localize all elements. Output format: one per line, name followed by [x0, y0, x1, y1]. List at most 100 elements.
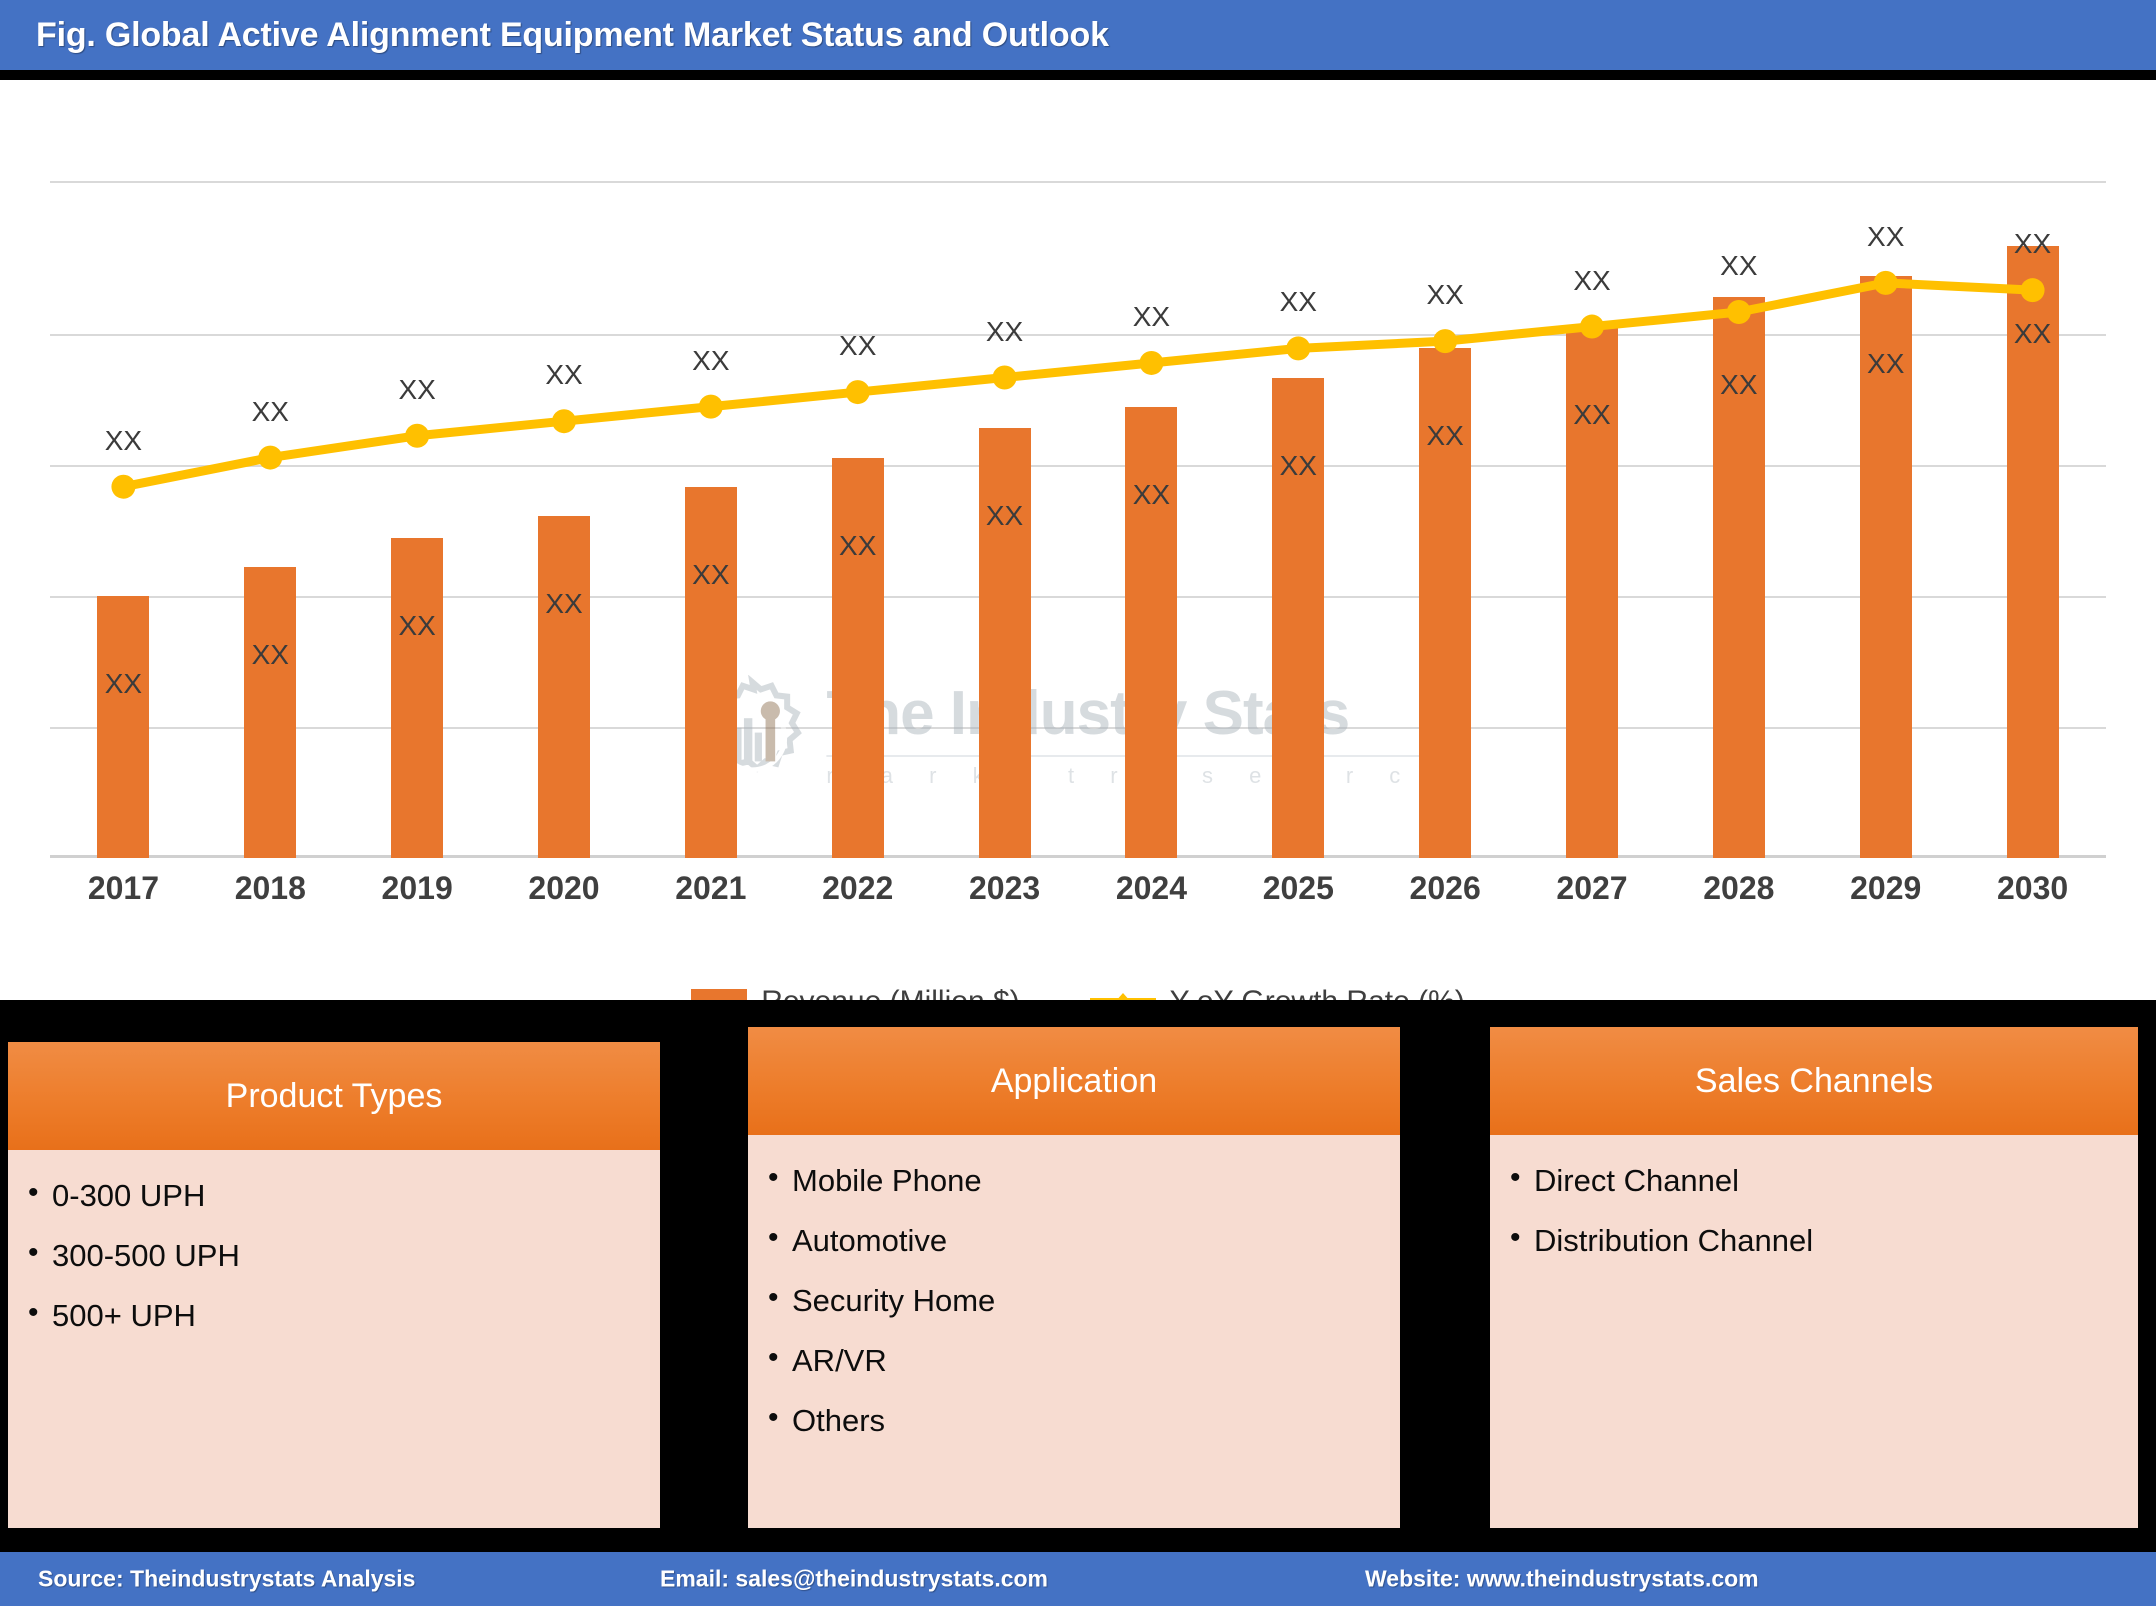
legend-label-revenue: Revenue (Million $) — [761, 985, 1019, 1000]
footer-bar: Source: Theindustrystats Analysis Email:… — [0, 1549, 2156, 1606]
chart-gridline — [50, 855, 2106, 858]
x-tick-2029: 2029 — [1850, 870, 1922, 906]
list-item: Others — [766, 1401, 1400, 1439]
chart-legend: Revenue (Million $) Y-oY Growth Rate (%) — [0, 985, 2156, 1000]
list-item: 300-500 UPH — [26, 1236, 660, 1274]
category-box-header: Product Types — [8, 1042, 660, 1150]
bar-value-label: XX — [1132, 478, 1171, 510]
bar-2020[interactable] — [538, 515, 590, 858]
category-box-body: 0-300 UPH 300-500 UPH 500+ UPH — [8, 1150, 660, 1528]
bar-value-label: XX — [1867, 347, 1905, 379]
footer-email[interactable]: Email: sales@theindustrystats.com — [660, 1566, 1048, 1593]
category-box-title: Product Types — [225, 1076, 443, 1115]
bar-value-label: XX — [104, 667, 143, 699]
list-item: Distribution Channel — [1508, 1221, 2138, 1259]
list-item: Security Home — [766, 1281, 1400, 1319]
growth-value-label: XX — [985, 315, 1024, 347]
footer-website[interactable]: Website: www.theindustrystats.com — [1365, 1566, 1759, 1593]
bar-value-label: XX — [398, 609, 436, 641]
bar-value-label: XX — [1279, 449, 1317, 481]
line-marker-2022[interactable] — [845, 380, 870, 405]
list-item: Direct Channel — [1508, 1161, 2138, 1199]
bar-2021[interactable] — [684, 486, 737, 858]
line-marker-2024[interactable] — [1139, 350, 1164, 375]
legend-item-growth[interactable]: Y-oY Growth Rate (%) — [1089, 985, 1465, 1000]
list-item: AR/VR — [766, 1341, 1400, 1379]
x-tick-2022: 2022 — [822, 870, 894, 906]
growth-value-label: XX — [839, 330, 877, 362]
growth-value-label: XX — [1867, 220, 1905, 252]
bar-2023[interactable] — [978, 428, 1031, 858]
category-boxes: Product Types 0-300 UPH 300-500 UPH 500+… — [0, 1000, 2156, 1545]
growth-value-label: XX — [692, 344, 730, 376]
bar-value-label: XX — [985, 500, 1024, 532]
growth-value-label: XX — [1279, 286, 1317, 318]
category-box-body: Direct Channel Distribution Channel — [1490, 1135, 2138, 1528]
growth-value-label: XX — [1426, 279, 1464, 311]
bar-value-label: XX — [1720, 369, 1758, 401]
category-list: Direct Channel Distribution Channel — [1508, 1161, 2138, 1259]
category-box-title: Sales Channels — [1694, 1061, 1934, 1100]
category-box-title: Application — [990, 1061, 1158, 1100]
growth-rate-line — [111, 270, 2045, 499]
legend-bar-swatch-icon — [691, 989, 748, 1000]
chart-gridline — [50, 726, 2106, 729]
bar-2018[interactable] — [244, 566, 297, 858]
chart-plot-area: The Industry Statsm a r k e t r e s e a … — [50, 130, 2106, 858]
category-list: 0-300 UPH 300-500 UPH 500+ UPH — [26, 1176, 660, 1334]
line-marker-2019[interactable] — [405, 423, 430, 448]
x-tick-2030: 2030 — [1996, 870, 2069, 906]
growth-value-label: XX — [2013, 228, 2052, 260]
line-marker-2021[interactable] — [698, 394, 723, 419]
x-tick-2020: 2020 — [528, 870, 600, 906]
x-tick-2018: 2018 — [234, 870, 306, 906]
x-tick-2024: 2024 — [1115, 870, 1188, 906]
bar-value-label: XX — [692, 558, 730, 590]
bar-2019[interactable] — [391, 537, 444, 858]
growth-value-label: XX — [398, 373, 436, 405]
title-bar: Fig. Global Active Alignment Equipment M… — [0, 0, 2156, 70]
growth-value-label: XX — [1720, 250, 1758, 281]
growth-value-label: XX — [1132, 300, 1171, 332]
chart-gridline — [50, 464, 2106, 467]
line-marker-2017[interactable] — [111, 474, 136, 499]
footer-source: Source: Theindustrystats Analysis — [38, 1565, 416, 1592]
x-axis-labels: 2017 2018 2019 2020 2021 2022 2023 2024 2025 2026… — [50, 870, 2106, 930]
growth-value-label: XX — [1573, 264, 1611, 296]
x-tick-2026: 2026 — [1409, 870, 1481, 906]
bar-value-label: XX — [251, 638, 289, 670]
line-marker-2020[interactable] — [552, 409, 576, 434]
bar-2024[interactable] — [1125, 406, 1178, 858]
list-item: Mobile Phone — [766, 1161, 1400, 1199]
watermark: The Industry Statsm a r k e t r e s e a … — [692, 674, 1464, 795]
category-box-sales-channels: Sales Channels Direct Channel Distributi… — [1490, 1027, 2138, 1528]
legend-item-revenue[interactable]: Revenue (Million $) — [691, 985, 1020, 1000]
bar-2022[interactable] — [831, 457, 884, 858]
category-box-header: Sales Channels — [1490, 1027, 2138, 1135]
chart-gridline — [50, 333, 2106, 336]
x-tick-2028: 2028 — [1703, 870, 1775, 906]
chart-gridline — [50, 595, 2106, 598]
x-tick-2019: 2019 — [381, 870, 453, 906]
growth-value-label: XX — [545, 359, 583, 391]
list-item: 500+ UPH — [26, 1296, 660, 1334]
chart-gridline — [50, 180, 2106, 183]
line-marker-2023[interactable] — [992, 365, 1017, 390]
x-tick-2025: 2025 — [1262, 870, 1334, 906]
page-title: Fig. Global Active Alignment Equipment M… — [36, 15, 1109, 54]
category-box-header: Application — [748, 1027, 1400, 1135]
x-tick-2027: 2027 — [1556, 870, 1628, 906]
line-marker-2025[interactable] — [1286, 336, 1311, 361]
poster-root: Fig. Global Active Alignment Equipment M… — [0, 0, 2156, 1606]
bar-value-label: XX — [2013, 318, 2052, 350]
category-box-product-types: Product Types 0-300 UPH 300-500 UPH 500+… — [8, 1042, 660, 1528]
growth-value-label: XX — [251, 395, 289, 427]
bar-2017[interactable] — [97, 595, 150, 858]
x-tick-2017: 2017 — [87, 870, 160, 906]
bar-value-label: XX — [1573, 398, 1611, 430]
category-list: Mobile Phone Automotive Security Home AR… — [766, 1161, 1400, 1439]
list-item: Automotive — [766, 1221, 1400, 1259]
legend-line-swatch-icon — [1089, 989, 1156, 1000]
title-divider — [0, 70, 2156, 80]
list-item: 0-300 UPH — [26, 1176, 660, 1214]
